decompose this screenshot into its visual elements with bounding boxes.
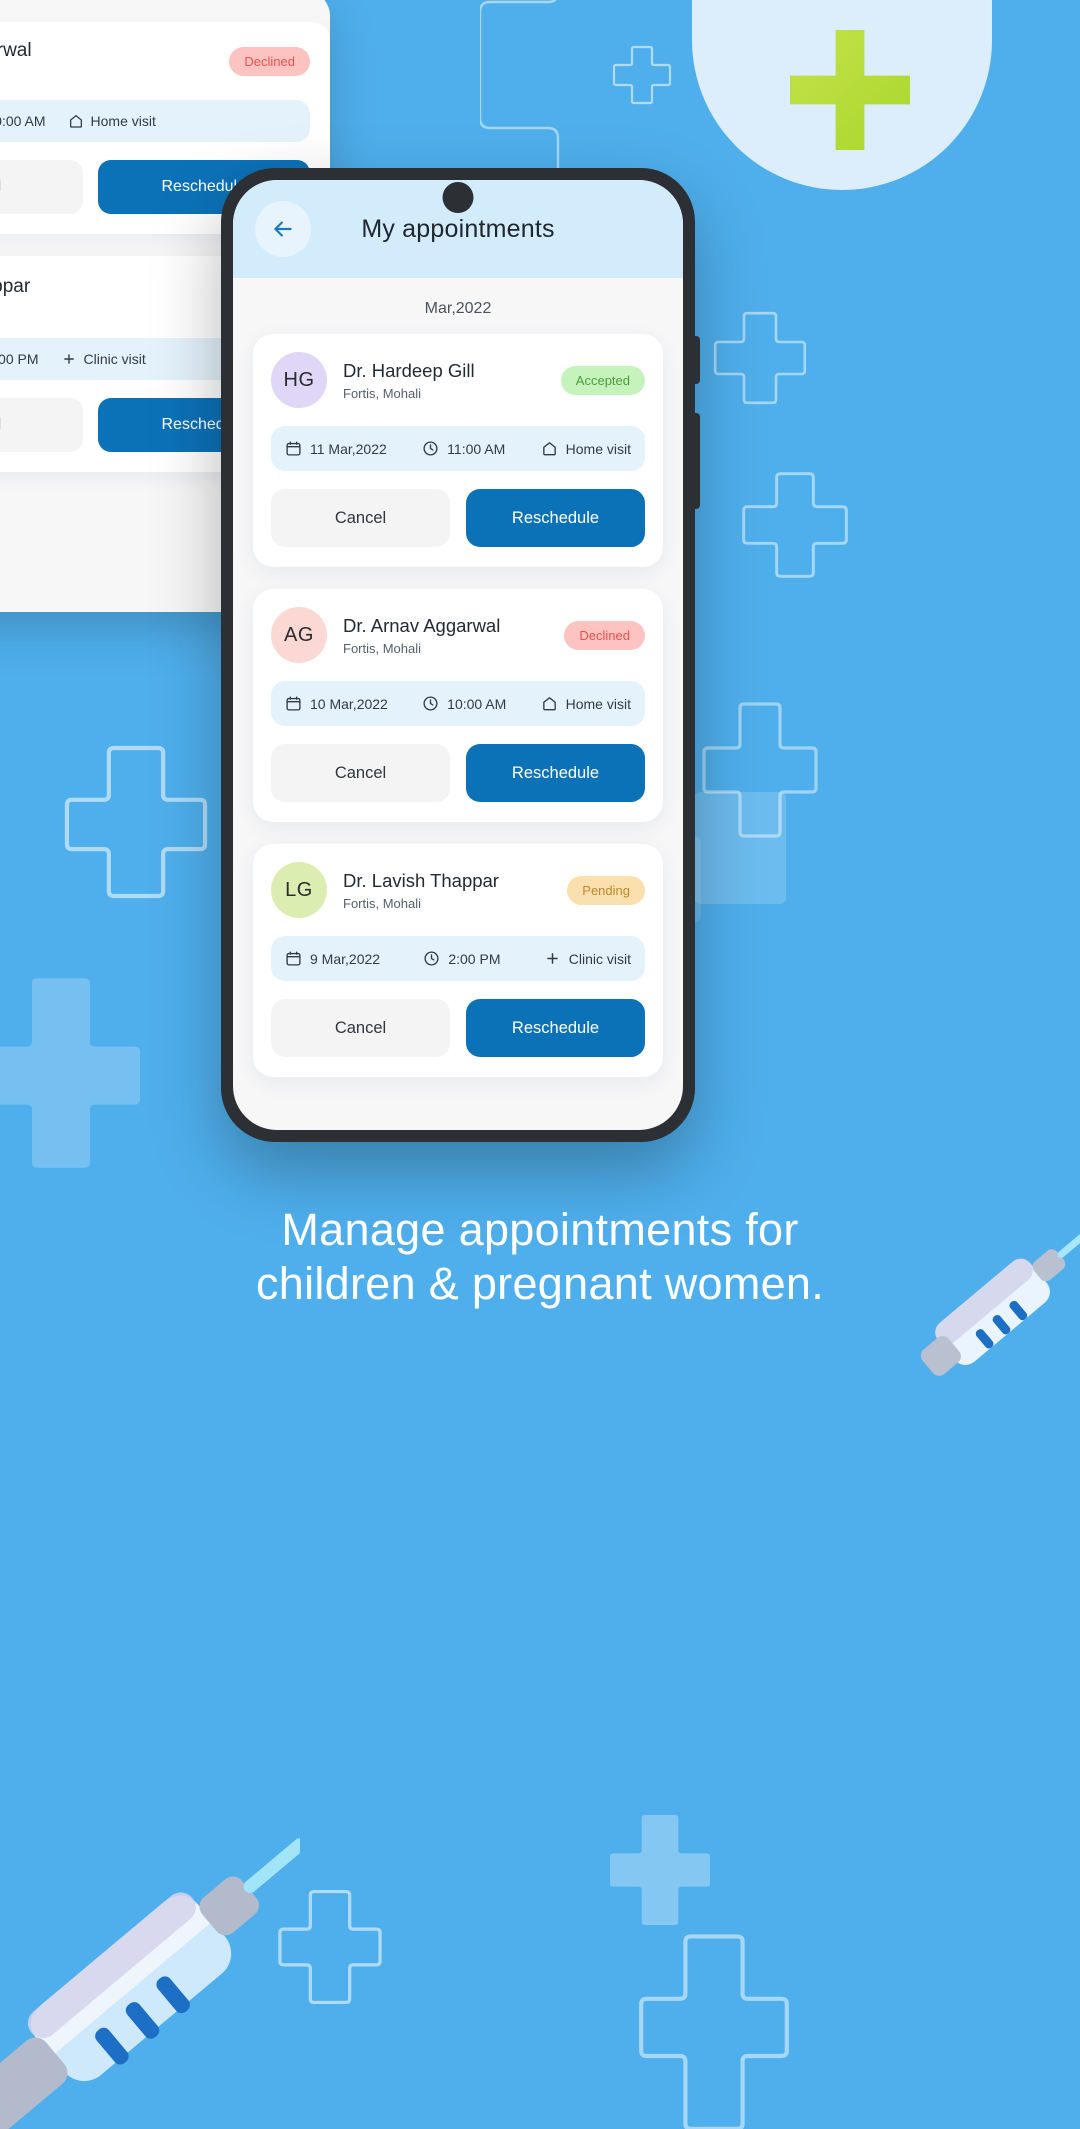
outline-cross-decoration-6: [276, 1888, 384, 2006]
date-text: 11 Mar,2022: [310, 440, 387, 457]
home-icon: [69, 114, 82, 128]
background-doctor-name: Dr. Arnav Aggarwal: [0, 40, 32, 61]
home-icon: [542, 697, 556, 711]
clock-icon: [424, 951, 439, 966]
date-item: 11 Mar,2022: [285, 440, 387, 457]
outline-bracket-decoration: [480, 0, 640, 170]
background-visit-type: Home visit: [90, 113, 156, 129]
time-item: 10:00 AM: [422, 695, 506, 712]
date-text: 10 Mar,2022: [310, 695, 388, 712]
appointment-card[interactable]: HG Dr. Hardeep Gill Fortis, Mohali Accep…: [253, 334, 663, 567]
appointment-card[interactable]: LG Dr. Lavish Thappar Fortis, Mohali Pen…: [253, 844, 663, 1077]
status-badge: Pending: [567, 875, 645, 905]
plus-icon: [63, 354, 74, 364]
visit-type-item: Home visit: [541, 695, 631, 712]
promo-stage: Dr. Arnav Aggarwal Fortis, Mohali Declin…: [0, 0, 1080, 2129]
syringe-illustration-bottom-left: [0, 1820, 300, 2129]
appointments-list: HG Dr. Hardeep Gill Fortis, Mohali Accep…: [233, 334, 683, 1077]
cancel-button[interactable]: Cancel: [271, 744, 450, 802]
home-icon: [542, 442, 556, 456]
cancel-button[interactable]: Cancel: [271, 489, 450, 547]
promo-caption: Manage appointments for children & pregn…: [0, 1203, 1080, 1311]
outline-cross-decoration-4: [700, 700, 820, 840]
caption-line-1: Manage appointments for: [281, 1204, 799, 1255]
clinic-name: Fortis, Mohali: [343, 641, 422, 657]
background-doctor-name: Dr. Lavish Thappar: [0, 276, 31, 297]
avatar: LG: [271, 862, 327, 918]
outline-cross-decoration-7: [636, 1930, 792, 2129]
light-block-decoration-1: [694, 792, 786, 904]
reschedule-button[interactable]: Reschedule: [466, 489, 645, 547]
doctor-name: Dr. Arnav Aggarwal: [343, 614, 501, 636]
clock-icon: [423, 441, 438, 456]
solid-cross-decoration-2: [610, 1815, 710, 1925]
visit-type-item: Clinic visit: [544, 950, 631, 967]
reschedule-button[interactable]: Reschedule: [466, 744, 645, 802]
visit-type-text: Clinic visit: [568, 950, 631, 967]
time-item: 11:00 AM: [422, 440, 505, 457]
clock-icon: [423, 696, 438, 711]
appointment-details: 9 Mar,2022 2:00 PM Clinic visit: [271, 936, 645, 981]
calendar-icon: [286, 696, 301, 711]
outline-cross-decoration-5: [62, 743, 210, 901]
phone-volume-button: [694, 336, 700, 384]
clinic-name: Fortis, Mohali: [343, 386, 422, 402]
background-cancel-button: Cancel: [0, 160, 83, 214]
month-label: Mar,2022: [424, 300, 492, 317]
appointment-details: 11 Mar,2022 11:00 AM Home visit: [271, 426, 645, 471]
date-item: 9 Mar,2022: [285, 950, 380, 967]
caption-line-2: children & pregnant women.: [255, 1258, 825, 1309]
background-time: 2:00 PM: [0, 351, 39, 367]
doctor-name: Dr. Hardeep Gill: [343, 359, 475, 381]
date-text: 9 Mar,2022: [310, 950, 381, 967]
back-button[interactable]: [255, 201, 311, 257]
phone-screen: My appointments Mar,2022 HG Dr. Hardeep …: [233, 180, 683, 1130]
calendar-icon: [286, 441, 301, 456]
background-clinic: Fortis, Mohali: [0, 67, 215, 82]
appointment-details: 10 Mar,2022 10:00 AM Home visit: [271, 681, 645, 726]
phone-power-button: [694, 413, 700, 509]
green-cross-icon: [790, 30, 910, 150]
outline-cross-decoration-3: [740, 470, 850, 580]
background-cancel-button: Cancel: [0, 398, 83, 452]
time-text: 11:00 AM: [447, 440, 506, 457]
avatar: AG: [271, 607, 327, 663]
outline-cross-decoration-2: [712, 310, 808, 406]
time-text: 10:00 AM: [447, 695, 507, 712]
phone-mockup: My appointments Mar,2022 HG Dr. Hardeep …: [221, 168, 700, 1142]
status-badge: Declined: [564, 620, 645, 650]
background-status-badge: Declined: [229, 46, 310, 76]
calendar-icon: [286, 951, 301, 966]
cancel-button[interactable]: Cancel: [271, 999, 450, 1057]
reschedule-button[interactable]: Reschedule: [466, 999, 645, 1057]
shield-blob-decoration: [692, 0, 992, 190]
plus-icon: [546, 953, 558, 964]
visit-type-text: Home visit: [565, 440, 631, 457]
appointment-card[interactable]: AG Dr. Arnav Aggarwal Fortis, Mohali Dec…: [253, 589, 663, 822]
background-visit-type: Clinic visit: [83, 351, 146, 367]
avatar: HG: [271, 352, 327, 408]
background-time: 10:00 AM: [0, 113, 46, 129]
date-item: 10 Mar,2022: [285, 695, 388, 712]
status-badge: Accepted: [560, 365, 645, 395]
visit-type-item: Home visit: [541, 440, 631, 457]
visit-type-text: Home visit: [565, 695, 631, 712]
background-clinic: Fortis, Mohali: [0, 303, 250, 318]
doctor-name: Dr. Lavish Thappar: [343, 869, 499, 891]
outline-cross-decoration-1: [612, 45, 672, 105]
clinic-name: Fortis, Mohali: [343, 896, 422, 912]
solid-cross-decoration-1: [0, 978, 140, 1168]
phone-camera-punchhole: [442, 182, 474, 213]
arrow-left-icon: [274, 221, 292, 237]
time-item: 2:00 PM: [423, 950, 500, 967]
time-text: 2:00 PM: [448, 950, 501, 967]
